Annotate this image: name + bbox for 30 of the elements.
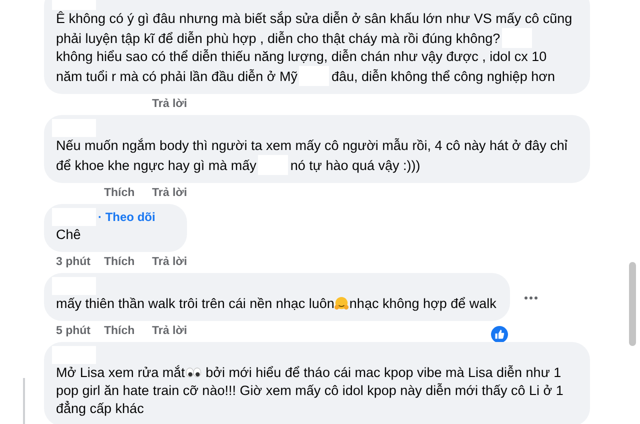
comment-text: Nếu muốn ngắm body thì người ta xem mấy cô người mẫu rồi, 4 cô này hát ở đây chỉ <box>56 138 568 153</box>
hugging-face-icon <box>334 296 350 311</box>
comment-text: đâu, diễn không thể công nghiệp hơn <box>331 69 556 84</box>
comment-text: không hiểu sao có thể diễn thiếu năng lượng, diễn chán như vậy được , idol cx 10 <box>56 49 547 64</box>
comment-text: Mở Lisa xem rửa mắt <box>56 365 185 380</box>
eyes-icon <box>184 367 202 378</box>
reply-link[interactable]: Trả lời <box>152 256 188 268</box>
like-link[interactable]: Thích <box>104 324 135 337</box>
reply-link[interactable]: Trả lời <box>152 186 188 199</box>
like-link[interactable]: Thích <box>104 186 135 199</box>
comment-text: để khoe khe ngực hay gì mà mấy <box>56 158 256 173</box>
comment-text: bởi mới hiểu để tháo cái mac kpop vibe mà Lisa diễn như 1 <box>204 365 562 380</box>
reply-link[interactable]: Trả lời <box>152 324 188 337</box>
comment-text: đẳng cấp khác <box>56 401 144 416</box>
comment-text: pop girl ăn hate train cỡ nào!!! Giờ xem mấy cô idol kpop này diễn mới thấy cô Li ở 1 <box>56 383 564 398</box>
like-link[interactable]: Thích <box>104 256 135 268</box>
scrollbar-thumb[interactable] <box>629 262 636 346</box>
comment-text: Chê <box>56 227 81 242</box>
comment-text: năm tuổi r mà có phải lần đầu diễn ở Mỹ <box>56 69 298 84</box>
timestamp[interactable]: 5 phút <box>56 324 90 337</box>
more-options-icon[interactable] <box>524 296 538 300</box>
reply-link[interactable]: Trả lời <box>152 98 188 110</box>
thread-line <box>23 378 24 424</box>
comment-text: nhạc không hợp để walk <box>349 296 496 311</box>
follow-link[interactable]: · Theo dõi <box>98 208 156 226</box>
timestamp[interactable]: 3 phút <box>56 256 90 268</box>
comment-text: nó tự hào quá vậy :))) <box>290 158 420 173</box>
comment-text: mấy thiên thần walk trôi trên cái nền nhạc luôn <box>56 296 334 311</box>
comment-text: phải luyện tập kĩ để diễn phù hợp , diễn cho thật cháy mà rồi đúng không? <box>56 31 500 46</box>
comment-text: Ê không có ý gì đâu nhưng mà biết sắp sửa diễn ở sân khấu lớn như VS mấy cô cũng <box>56 11 572 26</box>
